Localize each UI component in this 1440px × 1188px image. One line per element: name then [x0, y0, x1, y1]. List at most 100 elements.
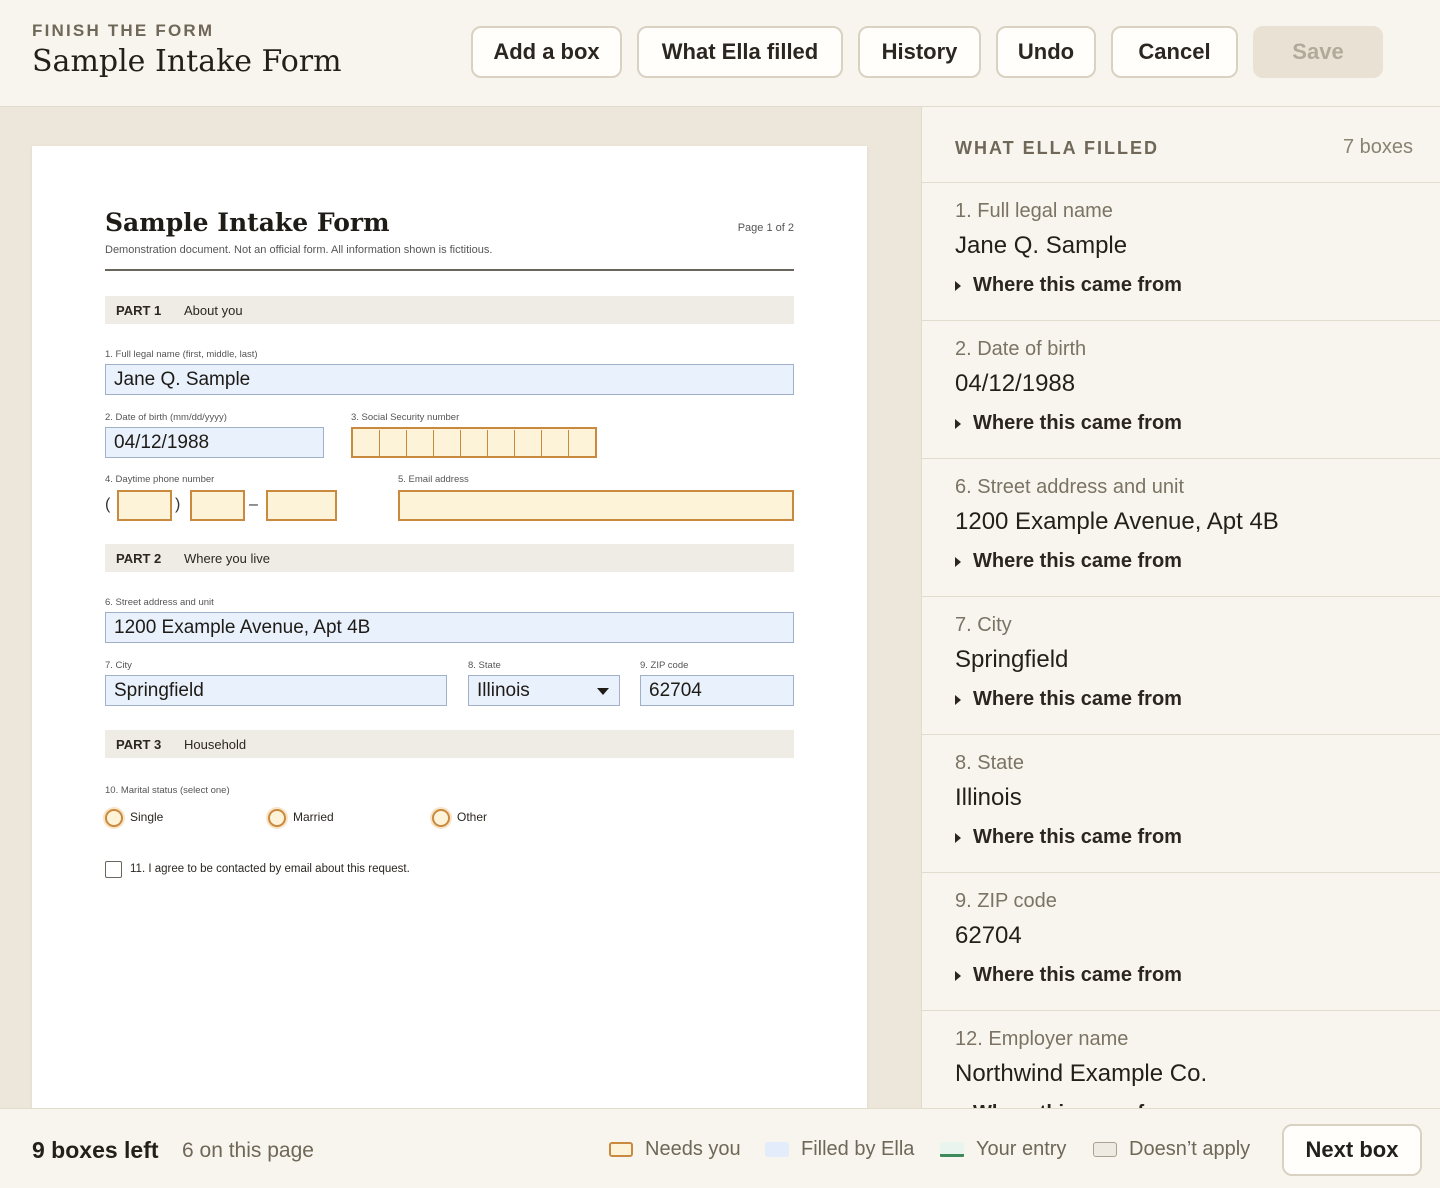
caret-right-icon: [955, 418, 961, 429]
filled-by-ella-swatch: [765, 1142, 789, 1157]
undo-button[interactable]: Undo: [996, 26, 1096, 78]
source-label: Where this came from: [973, 688, 1182, 710]
full-name-field[interactable]: Jane Q. Sample: [105, 364, 794, 395]
city-field[interactable]: Springfield: [105, 675, 447, 706]
bottom-bar: 9 boxes left 6 on this page Needs you Fi…: [0, 1108, 1440, 1188]
radio-other[interactable]: [432, 809, 450, 827]
history-button[interactable]: History: [858, 26, 981, 78]
phone-area-code-field[interactable]: [117, 490, 172, 521]
header-eyebrow: FINISH THE FORM: [32, 21, 215, 40]
box-count: 7 boxes: [1342, 136, 1413, 158]
state-value: Illinois: [477, 679, 530, 701]
item-value: Springfield: [955, 646, 1069, 673]
legend-needs-you: Needs you: [609, 1138, 741, 1161]
filled-item[interactable]: 7. City Springfield Where this came from: [922, 597, 1440, 735]
part-2-header: PART 2 Where you live: [105, 544, 794, 572]
doesnt-apply-swatch: [1093, 1142, 1117, 1157]
item-label: 1. Full legal name: [955, 200, 1113, 222]
consent-checkbox[interactable]: [105, 861, 122, 878]
caret-right-icon: [955, 556, 961, 567]
filled-item[interactable]: 9. ZIP code 62704 Where this came from: [922, 873, 1440, 1011]
part-name: About you: [184, 302, 243, 318]
ssn-field[interactable]: [351, 427, 597, 458]
item-value: Illinois: [955, 784, 1022, 811]
source-label: Where this came from: [973, 826, 1182, 848]
phone-prefix-field[interactable]: [190, 490, 245, 521]
item-value: Northwind Example Co.: [955, 1060, 1208, 1087]
legend-doesnt-apply: Doesn’t apply: [1093, 1138, 1250, 1161]
dob-field[interactable]: 04/12/1988: [105, 427, 324, 458]
email-label: 5. Email address: [398, 474, 469, 485]
phone-open-paren: (: [105, 496, 111, 513]
phone-line-field[interactable]: [266, 490, 337, 521]
source-disclosure[interactable]: Where this came from: [955, 964, 1182, 987]
item-label: 12. Employer name: [955, 1028, 1129, 1050]
ssn-cell-divider: [379, 430, 380, 458]
add-box-button[interactable]: Add a box: [471, 26, 622, 78]
cancel-button[interactable]: Cancel: [1111, 26, 1238, 78]
source-disclosure[interactable]: Where this came from: [955, 550, 1182, 573]
part-number: PART 2: [116, 550, 162, 566]
panel-title: WHAT ELLA FILLED: [955, 138, 1159, 158]
caret-right-icon: [955, 694, 961, 705]
source-label: Where this came from: [973, 274, 1182, 296]
phone-label: 4. Daytime phone number: [105, 474, 215, 485]
phone-close-paren: ): [175, 496, 181, 513]
source-disclosure[interactable]: Where this came from: [955, 274, 1182, 297]
legend-label: Needs you: [645, 1138, 741, 1160]
ssn-cell-divider: [406, 430, 407, 458]
next-box-button[interactable]: Next box: [1282, 1124, 1422, 1176]
part-name: Where you live: [184, 550, 270, 566]
source-disclosure[interactable]: Where this came from: [955, 412, 1182, 435]
filled-item[interactable]: 1. Full legal name Jane Q. Sample Where …: [922, 183, 1440, 321]
consent-label: 11. I agree to be contacted by email abo…: [130, 863, 410, 875]
full-name-label: 1. Full legal name (first, middle, last): [105, 349, 258, 360]
source-disclosure[interactable]: Where this came from: [955, 688, 1182, 711]
page-indicator: Page 1 of 2: [737, 222, 794, 234]
filled-item[interactable]: 6. Street address and unit 1200 Example …: [922, 459, 1440, 597]
city-label: 7. City: [105, 660, 132, 671]
zip-label: 9. ZIP code: [640, 660, 689, 671]
item-label: 7. City: [955, 614, 1012, 636]
top-bar: FINISH THE FORM Sample Intake Form Add a…: [0, 0, 1440, 107]
part-1-header: PART 1 About you: [105, 296, 794, 324]
radio-single[interactable]: [105, 809, 123, 827]
street-address-field[interactable]: 1200 Example Avenue, Apt 4B: [105, 612, 794, 643]
filled-item[interactable]: 8. State Illinois Where this came from: [922, 735, 1440, 873]
state-label: 8. State: [468, 660, 501, 671]
legend-your-entry: Your entry: [940, 1138, 1066, 1161]
part-number: PART 1: [116, 302, 162, 318]
item-label: 6. Street address and unit: [955, 476, 1185, 498]
caret-right-icon: [955, 280, 961, 291]
item-value: 62704: [955, 922, 1022, 949]
filled-item[interactable]: 12. Employer name Northwind Example Co. …: [922, 1011, 1440, 1108]
legend-filled-by-ella: Filled by Ella: [765, 1138, 914, 1161]
save-button[interactable]: Save: [1253, 26, 1383, 78]
marital-status-label: 10. Marital status (select one): [105, 785, 230, 796]
divider: [105, 269, 794, 271]
caret-right-icon: [955, 832, 961, 843]
filled-item[interactable]: 2. Date of birth 04/12/1988 Where this c…: [922, 321, 1440, 459]
document-canvas[interactable]: Sample Intake Form Demonstration documen…: [0, 107, 921, 1108]
ssn-cell-divider: [433, 430, 434, 458]
source-label: Where this came from: [973, 412, 1182, 434]
on-page-count: 6 on this page: [182, 1139, 314, 1162]
email-field[interactable]: [398, 490, 794, 521]
ssn-cell-divider: [568, 430, 569, 458]
item-label: 9. ZIP code: [955, 890, 1057, 912]
radio-married[interactable]: [268, 809, 286, 827]
state-select[interactable]: Illinois: [468, 675, 620, 706]
part-3-header: PART 3 Household: [105, 730, 794, 758]
ssn-label: 3. Social Security number: [351, 412, 460, 423]
part-name: Household: [184, 736, 247, 752]
source-label: Where this came from: [973, 550, 1182, 572]
phone-dash: –: [249, 496, 258, 513]
dob-label: 2. Date of birth (mm/dd/yyyy): [105, 412, 227, 423]
source-disclosure[interactable]: Where this came from: [955, 826, 1182, 849]
ssn-cell-divider: [460, 430, 461, 458]
page-title: Sample Intake Form: [32, 44, 342, 79]
zip-field[interactable]: 62704: [640, 675, 794, 706]
needs-you-swatch: [609, 1142, 633, 1157]
what-ella-filled-button[interactable]: What Ella filled: [637, 26, 843, 78]
ssn-cell-divider: [514, 430, 515, 458]
